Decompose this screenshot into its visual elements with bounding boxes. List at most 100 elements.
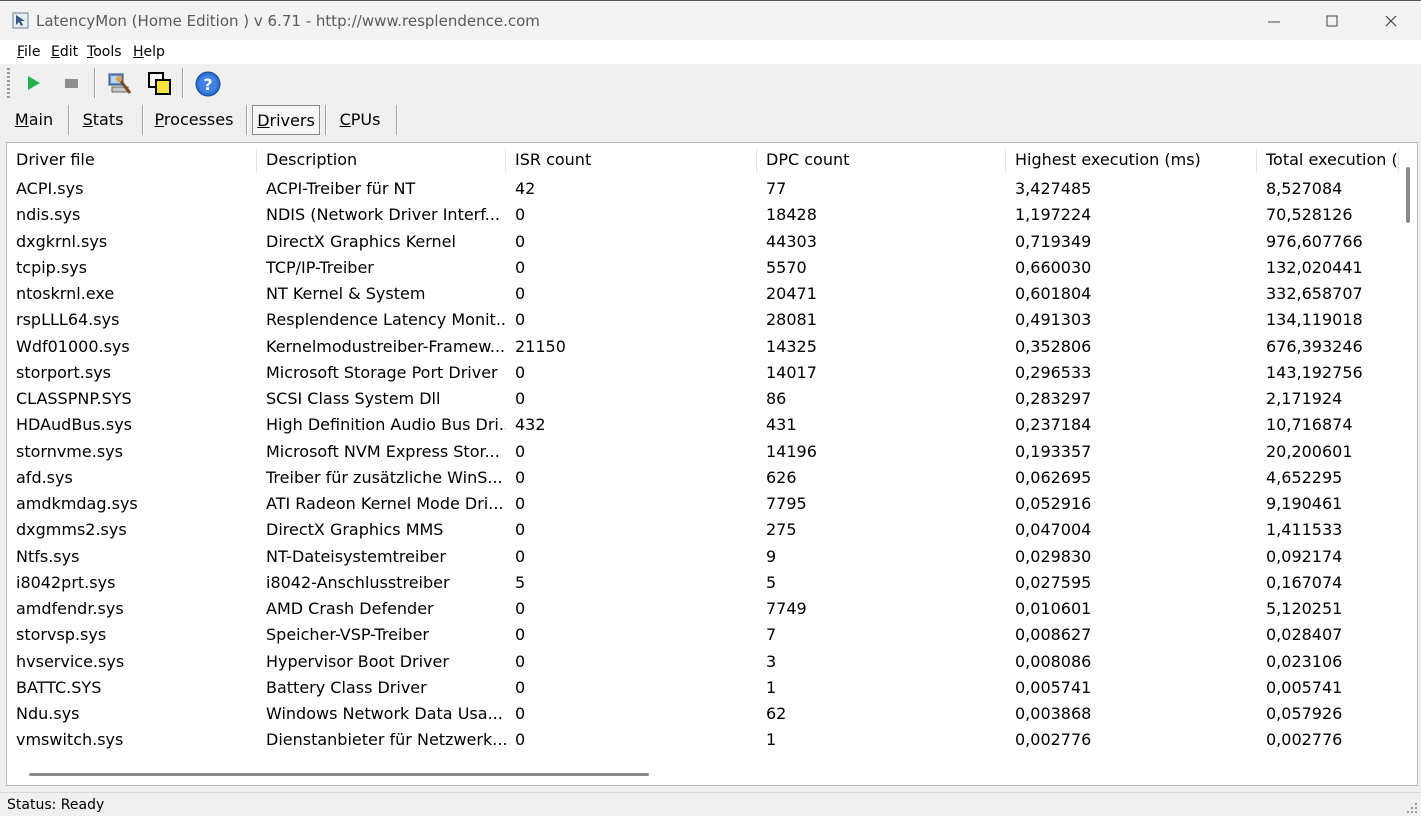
cell-driver-file: storvsp.sys bbox=[16, 625, 107, 645]
table-row[interactable]: Ndu.sys Windows Network Data Usa... 0 62 0,0… bbox=[7, 701, 1399, 727]
column-header-highest-execution[interactable]: Highest execution (ms) bbox=[1006, 143, 1257, 177]
table-row[interactable]: afd.sys Treiber für zusätzliche WinS... 0 6… bbox=[7, 465, 1399, 491]
tab-stats[interactable]: Stats bbox=[72, 105, 134, 135]
table-row[interactable]: dxgmms2.sys DirectX Graphics MMS 0 275 0,047… bbox=[7, 517, 1399, 543]
table-row[interactable]: stornvme.sys Microsoft NVM Express Stor..… bbox=[7, 439, 1399, 465]
computer-scan-icon bbox=[108, 73, 132, 94]
close-button[interactable] bbox=[1362, 1, 1420, 41]
cell-isr-count: 0 bbox=[515, 651, 526, 671]
cell-dpc-count: 14196 bbox=[766, 441, 817, 461]
menu-edit[interactable]: Edit bbox=[51, 44, 78, 60]
cell-driver-file: dxgmms2.sys bbox=[16, 520, 127, 540]
menu-file[interactable]: File bbox=[17, 44, 40, 60]
cell-total-execution: 0,002776 bbox=[1266, 730, 1343, 750]
table-row[interactable]: storvsp.sys Speicher-VSP-Treiber 0 7 0,00862… bbox=[7, 622, 1399, 648]
table-row[interactable]: storport.sys Microsoft Storage Port Drive… bbox=[7, 360, 1399, 386]
toolbar: ? bbox=[0, 64, 1421, 102]
cell-total-execution: 0,167074 bbox=[1266, 572, 1343, 592]
cell-isr-count: 0 bbox=[515, 257, 526, 277]
toolbar-grip[interactable] bbox=[7, 68, 10, 98]
cell-description: i8042-Anschlusstreiber bbox=[266, 572, 450, 592]
windows-icon bbox=[148, 72, 171, 95]
cell-isr-count: 0 bbox=[515, 599, 526, 618]
menu-bar: File Edit Tools Help bbox=[0, 40, 1421, 64]
table-row[interactable]: ndis.sys NDIS (Network Driver Interf... 0 1… bbox=[7, 202, 1399, 228]
computer-scan-button[interactable] bbox=[103, 68, 133, 98]
vertical-scrollbar[interactable] bbox=[1399, 143, 1417, 764]
table-row[interactable]: ACPI.sys ACPI-Treiber für NT 42 77 3,427485 8… bbox=[7, 176, 1399, 202]
table-row[interactable]: vmswitch.sys Dienstanbieter für Netzwerk.… bbox=[7, 727, 1399, 753]
cell-isr-count: 0 bbox=[515, 730, 526, 750]
cell-description: ACPI-Treiber für NT bbox=[266, 179, 416, 198]
cell-description: TCP/IP-Treiber bbox=[266, 257, 374, 277]
column-header-label: Driver file bbox=[16, 150, 95, 169]
cell-highest-execution: 0,010601 bbox=[1015, 599, 1092, 618]
column-header-dpc-count[interactable]: DPC count bbox=[757, 143, 1006, 177]
cell-dpc-count: 62 bbox=[766, 704, 787, 723]
status-bar: Status: Ready bbox=[0, 792, 1421, 816]
table-row[interactable]: Ntfs.sys NT-Dateisystemtreiber 0 9 0,029830 0… bbox=[7, 544, 1399, 570]
cell-total-execution: 2,171924 bbox=[1266, 389, 1343, 408]
cell-dpc-count: 1 bbox=[766, 730, 777, 750]
cell-description: Speicher-VSP-Treiber bbox=[266, 625, 429, 645]
cell-dpc-count: 28081 bbox=[766, 310, 817, 330]
column-header-isr-count[interactable]: ISR count bbox=[506, 143, 757, 177]
app-icon bbox=[12, 12, 29, 29]
cell-dpc-count: 5 bbox=[766, 572, 777, 592]
cell-total-execution: 332,658707 bbox=[1266, 284, 1363, 303]
minimize-button[interactable] bbox=[1245, 1, 1303, 41]
table-row[interactable]: dxgkrnl.sys DirectX Graphics Kernel 0 44303… bbox=[7, 229, 1399, 255]
windows-button[interactable] bbox=[144, 68, 174, 98]
column-header-description[interactable]: Description bbox=[257, 143, 506, 177]
column-header-total-execution[interactable]: Total execution ( bbox=[1257, 143, 1399, 177]
table-row[interactable]: rspLLL64.sys Resplendence Latency Monit..… bbox=[7, 307, 1399, 333]
table-row[interactable]: tcpip.sys TCP/IP-Treiber 0 5570 0,660030 132,… bbox=[7, 255, 1399, 281]
cell-driver-file: storport.sys bbox=[16, 362, 111, 382]
cell-highest-execution: 0,296533 bbox=[1015, 362, 1092, 382]
cell-dpc-count: 3 bbox=[766, 651, 777, 671]
cell-dpc-count: 14017 bbox=[766, 362, 817, 382]
stop-button[interactable] bbox=[56, 68, 86, 98]
help-button[interactable]: ? bbox=[192, 68, 222, 98]
tab-separator bbox=[68, 105, 70, 135]
horizontal-scroll-thumb[interactable] bbox=[29, 773, 649, 776]
table-row[interactable]: HDAudBus.sys High Definition Audio Bus Dr… bbox=[7, 412, 1399, 438]
table-row[interactable]: CLASSPNP.SYS SCSI Class System Dll 0 86 0,28… bbox=[7, 386, 1399, 412]
tab-drivers[interactable]: Drivers bbox=[252, 105, 320, 135]
tab-cpus[interactable]: CPUs bbox=[330, 105, 390, 135]
table-row[interactable]: BATTC.SYS Battery Class Driver 0 1 0,005741 0… bbox=[7, 675, 1399, 701]
svg-text:?: ? bbox=[203, 75, 212, 94]
cell-total-execution: 4,652295 bbox=[1266, 467, 1343, 487]
cell-dpc-count: 5570 bbox=[766, 257, 807, 277]
cell-highest-execution: 0,283297 bbox=[1015, 389, 1092, 408]
table-row[interactable]: amdfendr.sys AMD Crash Defender 0 7749 0,010… bbox=[7, 596, 1399, 622]
cell-dpc-count: 20471 bbox=[766, 284, 817, 303]
cell-description: ATI Radeon Kernel Mode Dri... bbox=[266, 494, 504, 513]
cell-isr-count: 0 bbox=[515, 362, 526, 382]
cell-description: Dienstanbieter für Netzwerk... bbox=[266, 730, 506, 750]
resize-grip-icon[interactable] bbox=[1406, 802, 1418, 814]
maximize-button[interactable] bbox=[1303, 1, 1361, 41]
cell-driver-file: dxgkrnl.sys bbox=[16, 231, 108, 251]
cell-isr-count: 21150 bbox=[515, 336, 566, 356]
menu-tools[interactable]: Tools bbox=[87, 44, 122, 60]
cell-driver-file: ntoskrnl.exe bbox=[16, 284, 115, 303]
table-row[interactable]: Wdf01000.sys Kernelmodustreiber-Framew...… bbox=[7, 334, 1399, 360]
cell-isr-count: 0 bbox=[515, 494, 526, 513]
tab-processes[interactable]: Processes bbox=[147, 105, 241, 135]
start-button[interactable] bbox=[18, 68, 48, 98]
menu-help[interactable]: Help bbox=[133, 44, 165, 60]
table-row[interactable]: ntoskrnl.exe NT Kernel & System 0 20471 0,60… bbox=[7, 281, 1399, 307]
cell-description: DirectX Graphics MMS bbox=[266, 520, 444, 540]
drivers-list[interactable]: Driver file Description ISR count DPC count… bbox=[6, 142, 1418, 786]
tab-main[interactable]: Main bbox=[6, 105, 62, 135]
cell-total-execution: 976,607766 bbox=[1266, 231, 1363, 251]
table-row[interactable]: i8042prt.sys i8042-Anschlusstreiber 5 5 0,02… bbox=[7, 570, 1399, 596]
list-body: ACPI.sys ACPI-Treiber für NT 42 77 3,427485 8… bbox=[7, 176, 1399, 764]
vertical-scroll-thumb[interactable] bbox=[1406, 167, 1410, 223]
table-row[interactable]: amdkmdag.sys ATI Radeon Kernel Mode Dri..… bbox=[7, 491, 1399, 517]
column-header-driver-file[interactable]: Driver file bbox=[7, 143, 257, 177]
cell-driver-file: amdkmdag.sys bbox=[16, 494, 138, 513]
table-row[interactable]: hvservice.sys Hypervisor Boot Driver 0 3 0,0… bbox=[7, 649, 1399, 675]
horizontal-scrollbar[interactable] bbox=[7, 764, 1399, 785]
